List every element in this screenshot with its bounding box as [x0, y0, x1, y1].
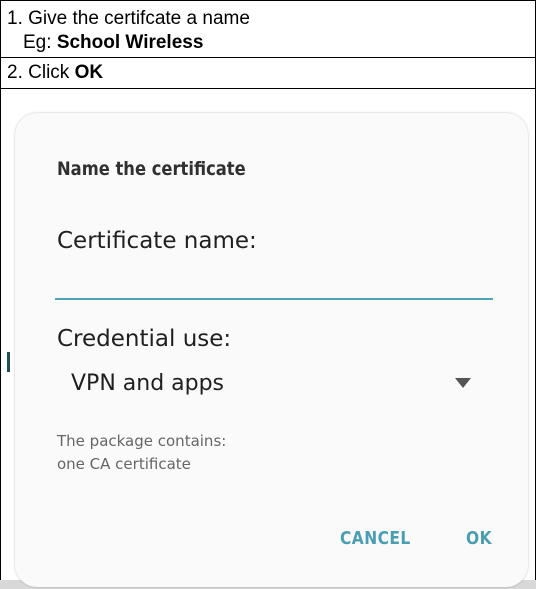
name-certificate-dialog: Name the certificate Certificate name: C…: [15, 113, 528, 587]
instruction-step-2-value: OK: [74, 62, 104, 83]
package-info-line-1: The package contains:: [57, 432, 227, 450]
dialog-title: Name the certificate: [57, 158, 246, 180]
instruction-example: Eg: School Wireless: [23, 31, 203, 54]
table-divider: [1, 57, 535, 58]
instruction-step-1-text: 1. Give the certifcate a name: [7, 8, 250, 29]
screenshot-frame: 1. Give the certifcate a name Eg: School…: [0, 0, 538, 589]
ok-button[interactable]: OK: [466, 528, 492, 549]
instructions-table: 1. Give the certifcate a name Eg: School…: [0, 0, 536, 111]
package-info: The package contains: one CA certificate: [57, 430, 226, 476]
triangle-down-icon: [455, 378, 471, 388]
instruction-example-prefix: Eg:: [23, 32, 57, 53]
instruction-example-value: School Wireless: [56, 32, 204, 53]
credential-use-select[interactable]: VPN and apps: [57, 363, 479, 403]
table-divider-2: [1, 88, 535, 89]
certificate-name-label: Certificate name:: [57, 228, 257, 254]
certificate-name-input[interactable]: [55, 270, 493, 300]
credential-use-label: Credential use:: [57, 326, 232, 352]
credential-use-value: VPN and apps: [71, 370, 225, 396]
instruction-step-2-text: 2. Click: [7, 62, 75, 83]
instruction-step-2: 2. Click OK: [7, 61, 103, 84]
background-edge-left: [7, 352, 10, 372]
instruction-step-1: 1. Give the certifcate a name: [7, 7, 250, 30]
cancel-button[interactable]: CANCEL: [340, 528, 411, 549]
package-info-line-2: one CA certificate: [57, 455, 191, 473]
